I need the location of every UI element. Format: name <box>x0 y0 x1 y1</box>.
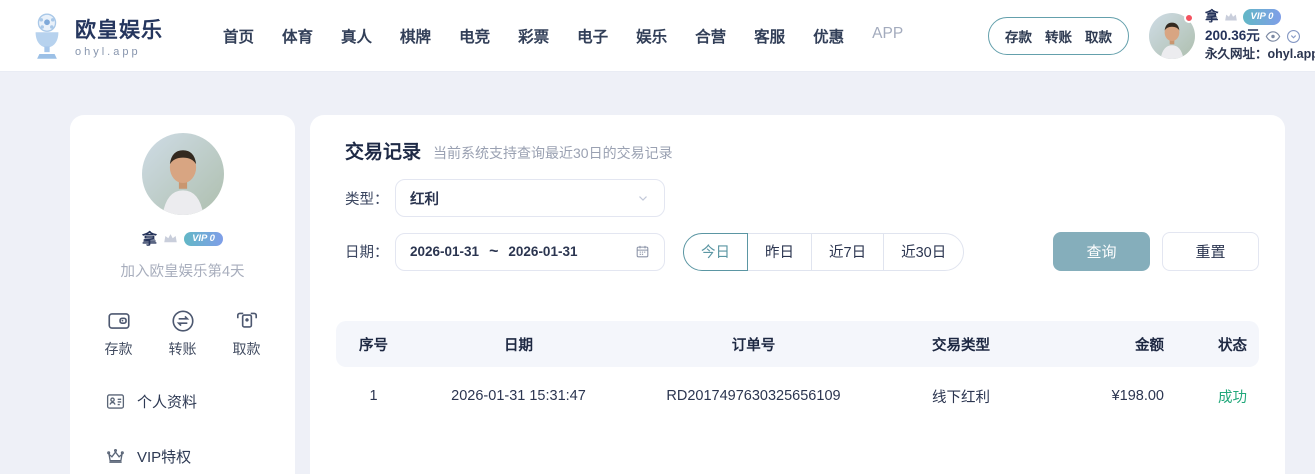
cell-index: 1 <box>336 388 411 404</box>
quick-action-label: 转账 <box>169 339 197 359</box>
crown-icon <box>105 446 126 467</box>
withdraw-button[interactable]: 取款 <box>1085 26 1112 46</box>
nav-slots[interactable]: 电子 <box>577 25 608 47</box>
page-subtitle: 当前系统支持查询最近30日的交易记录 <box>433 143 673 163</box>
cell-type: 线下红利 <box>881 386 1041 407</box>
col-header-date: 日期 <box>411 334 626 355</box>
nav-board-games[interactable]: 棋牌 <box>400 25 431 47</box>
sidebar-username: 拿 <box>142 228 157 249</box>
id-card-icon <box>105 391 126 412</box>
nav-partnership[interactable]: 合营 <box>695 25 726 47</box>
nav-home[interactable]: 首页 <box>223 25 254 47</box>
eye-icon[interactable] <box>1265 30 1281 43</box>
cell-status: 成功 <box>1164 386 1259 407</box>
nav-esports[interactable]: 电竞 <box>459 25 490 47</box>
transactions-panel: 交易记录 当前系统支持查询最近30日的交易记录 类型： 红利 日期： 2026-… <box>310 115 1285 474</box>
user-avatar[interactable] <box>1149 13 1195 59</box>
nav-sports[interactable]: 体育 <box>282 25 313 47</box>
main-nav: 首页 体育 真人 棋牌 电竞 彩票 电子 娱乐 合营 客服 优惠 APP <box>223 25 903 47</box>
chevron-down-icon <box>636 191 650 205</box>
trophy-logo-icon <box>28 13 66 59</box>
transfer-button[interactable]: 转账 <box>1045 26 1072 46</box>
table-row: 1 2026-01-31 15:31:47 RD2017497630325656… <box>336 367 1259 425</box>
crown-icon <box>163 232 178 245</box>
sidebar-withdraw[interactable]: 取款 <box>233 308 261 359</box>
sidebar-item-vip[interactable]: VIP特权 <box>105 446 295 467</box>
range-7days-button[interactable]: 近7日 <box>811 233 884 271</box>
crown-icon <box>1224 11 1238 23</box>
deposit-button[interactable]: 存款 <box>1005 26 1032 46</box>
type-select[interactable]: 红利 <box>395 179 665 217</box>
nav-live[interactable]: 真人 <box>341 25 372 47</box>
nav-support[interactable]: 客服 <box>754 25 785 47</box>
quick-action-label: 存款 <box>105 339 133 359</box>
cell-amount: ¥198.00 <box>1041 388 1164 404</box>
cell-order-no: RD2017497630325656109 <box>626 388 881 404</box>
date-filter-label: 日期： <box>345 241 395 262</box>
nav-promotions[interactable]: 优惠 <box>813 25 844 47</box>
sidebar-quick-actions: 存款 转账 <box>70 308 295 359</box>
type-filter-label: 类型： <box>345 188 395 209</box>
sidebar-vip-badge: VIP 0 <box>184 232 223 246</box>
nav-lottery[interactable]: 彩票 <box>518 25 549 47</box>
sidebar-item-label: 个人资料 <box>137 391 197 412</box>
brand-logo[interactable]: 欧皇娱乐 ohyl.app <box>28 13 163 59</box>
brand-title: 欧皇娱乐 <box>75 14 163 44</box>
wallet-icon <box>105 308 133 334</box>
withdraw-icon <box>233 308 261 334</box>
range-today-button[interactable]: 今日 <box>683 233 748 271</box>
date-to-value: 2026-01-31 <box>508 244 577 259</box>
page-body: 拿 VIP 0 加入欧皇娱乐第4天 存款 <box>0 72 1315 474</box>
type-select-value: 红利 <box>410 188 439 209</box>
nav-entertainment[interactable]: 娱乐 <box>636 25 667 47</box>
header-right-cluster: 存款 转账 取款 <box>988 8 1315 63</box>
date-range-presets: 今日 昨日 近7日 近30日 <box>683 233 964 271</box>
page: 欧皇娱乐 ohyl.app 首页 体育 真人 棋牌 电竞 彩票 电子 娱乐 合营… <box>0 0 1315 474</box>
col-header-index: 序号 <box>336 334 411 355</box>
reset-button[interactable]: 重置 <box>1162 232 1259 271</box>
cell-date: 2026-01-31 15:31:47 <box>411 388 626 404</box>
user-info: 拿 VIP 0 200.36元 <box>1205 8 1315 63</box>
col-header-type: 交易类型 <box>881 334 1041 355</box>
col-header-status: 状态 <box>1164 334 1259 355</box>
date-separator: ~ <box>489 243 498 261</box>
username: 拿 <box>1205 8 1219 27</box>
calendar-icon <box>635 244 650 259</box>
sidebar-item-label: VIP特权 <box>137 446 191 467</box>
col-header-amount: 金额 <box>1041 334 1164 355</box>
vip-badge: VIP 0 <box>1243 9 1282 25</box>
balance-dropdown-icon[interactable] <box>1286 29 1301 44</box>
sidebar-avatar <box>142 133 224 215</box>
sidebar-item-profile[interactable]: 个人资料 <box>105 391 295 412</box>
nav-app[interactable]: APP <box>872 25 903 47</box>
page-title: 交易记录 <box>345 137 421 164</box>
brand-domain: ohyl.app <box>75 46 163 58</box>
transfer-icon <box>169 308 197 334</box>
quick-action-label: 取款 <box>233 339 261 359</box>
top-header: 欧皇娱乐 ohyl.app 首页 体育 真人 棋牌 电竞 彩票 电子 娱乐 合营… <box>0 0 1315 72</box>
search-button[interactable]: 查询 <box>1053 232 1150 271</box>
notification-dot <box>1184 13 1194 23</box>
wallet-actions-pill: 存款 转账 取款 <box>988 17 1129 55</box>
transactions-table: 序号 日期 订单号 交易类型 金额 状态 1 2026-01-31 15:31:… <box>336 321 1259 425</box>
range-30days-button[interactable]: 近30日 <box>883 233 964 271</box>
col-header-order-no: 订单号 <box>626 334 881 355</box>
profile-sidebar: 拿 VIP 0 加入欧皇娱乐第4天 存款 <box>70 115 295 474</box>
sidebar-transfer[interactable]: 转账 <box>169 308 197 359</box>
permanent-url: 永久网址：ohyl.app <box>1205 46 1315 64</box>
joined-days-text: 加入欧皇娱乐第4天 <box>70 260 295 281</box>
range-yesterday-button[interactable]: 昨日 <box>747 233 812 271</box>
date-from-value: 2026-01-31 <box>410 244 479 259</box>
sidebar-deposit[interactable]: 存款 <box>105 308 133 359</box>
date-range-input[interactable]: 2026-01-31 ~ 2026-01-31 <box>395 233 665 271</box>
sidebar-menu: 个人资料 VIP特权 <box>70 391 295 467</box>
balance-amount: 200.36元 <box>1205 27 1260 46</box>
table-header: 序号 日期 订单号 交易类型 金额 状态 <box>336 321 1259 367</box>
